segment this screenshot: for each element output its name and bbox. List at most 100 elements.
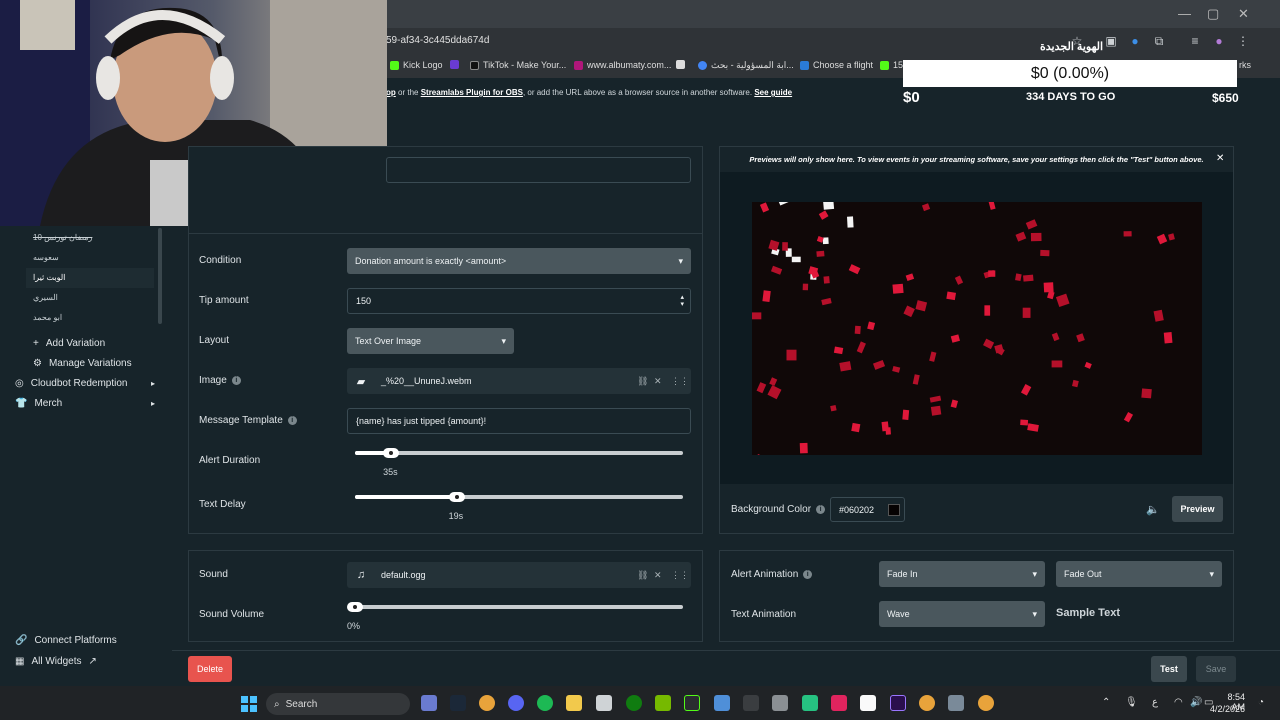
variation-item[interactable]: السيري <box>33 293 58 302</box>
wifi-icon[interactable]: ◠ <box>1174 697 1183 708</box>
test-button[interactable]: Test <box>1151 656 1187 682</box>
file-folder-icon[interactable]: ▰ <box>347 375 375 388</box>
notification-icon[interactable]: ◔ <box>1258 697 1264 708</box>
bookmarks-more[interactable]: rks <box>1239 60 1251 70</box>
connect-platforms-link[interactable]: 🔗 Connect Platforms <box>15 635 117 646</box>
minimize-icon[interactable]: — <box>1178 6 1191 21</box>
all-widgets-link[interactable]: ▦ All Widgets ↗ <box>15 656 97 667</box>
clock-date[interactable]: 4/2/2026 <box>1205 704 1245 714</box>
camera-app-icon[interactable] <box>421 695 437 711</box>
preview-button[interactable]: Preview <box>1172 496 1223 522</box>
sound-volume-slider[interactable] <box>355 605 683 609</box>
message-template-input[interactable]: {name} has just tipped {amount}! <box>347 408 691 434</box>
merch-item[interactable]: 👕 Merch ▸ <box>15 398 155 409</box>
logitech-icon[interactable] <box>743 695 759 711</box>
url-text[interactable]: 59-af34-3c445dda674d <box>386 35 489 46</box>
fade-out-select[interactable]: Fade Out ▾ <box>1056 561 1222 587</box>
link-icon[interactable]: ⛓ <box>637 376 654 387</box>
alert-duration-slider[interactable] <box>355 451 683 455</box>
recycle-bin-icon[interactable] <box>772 695 788 711</box>
capcut-editor-icon[interactable] <box>860 695 876 711</box>
bookmark-kick-logo[interactable]: Kick Logo <box>390 60 443 70</box>
variation-item[interactable]: رمضان تورنس 10 <box>33 233 92 242</box>
media-queue-icon[interactable]: ≡ <box>1188 34 1202 48</box>
variation-item-selected[interactable]: الوبت ثيرا <box>33 273 65 282</box>
fade-in-select[interactable]: Fade In ▾ <box>879 561 1045 587</box>
photos-icon[interactable] <box>714 695 730 711</box>
speaker-icon[interactable]: 🔈 <box>1146 503 1160 516</box>
chrome-icon[interactable] <box>479 695 495 711</box>
text-delay-handle[interactable] <box>448 492 465 502</box>
bookmark-star-icon[interactable]: ☆ <box>1070 34 1084 48</box>
save-button[interactable]: Save <box>1196 656 1236 682</box>
bookmark-albumaty[interactable]: www.albumaty.com... <box>574 60 671 70</box>
steam-icon[interactable] <box>450 695 466 711</box>
bookmark-c[interactable] <box>450 60 459 69</box>
manage-variations-button[interactable]: ⚙ Manage Variations <box>33 358 132 369</box>
bookmark-google-search[interactable]: ابة المسؤولية - بحث... <box>698 60 794 71</box>
puzzle-icon[interactable]: ⧉ <box>1152 34 1166 48</box>
color-swatch[interactable] <box>888 503 900 516</box>
tray-overflow-icon[interactable]: ⌃ <box>1102 697 1110 708</box>
variation-item[interactable]: سعوسه <box>33 253 59 262</box>
gallery-grid-icon[interactable]: ⋮⋮ <box>671 570 691 581</box>
capcut-icon[interactable] <box>802 695 818 711</box>
delete-button[interactable]: Delete <box>188 656 232 682</box>
bookmark-tiktok[interactable]: TikTok - Make Your... <box>470 60 566 70</box>
tip-amount-input[interactable]: 150 ▴ ▾ <box>347 288 691 314</box>
input-language[interactable]: ع <box>1152 697 1158 708</box>
chrome-profile-icon[interactable] <box>919 695 935 711</box>
add-variation-button[interactable]: + Add Variation <box>33 338 105 349</box>
music-note-icon[interactable]: ♫ <box>347 569 375 581</box>
info-icon[interactable]: i <box>803 569 813 579</box>
store-icon[interactable] <box>596 695 612 711</box>
bookmark-download[interactable] <box>676 60 685 69</box>
sound-volume-handle[interactable] <box>347 602 363 612</box>
file-explorer-icon[interactable] <box>566 695 582 711</box>
profile-avatar[interactable]: ● <box>1212 34 1226 48</box>
text-delay-slider[interactable] <box>355 495 683 499</box>
vpn-extension-icon[interactable]: ● <box>1128 34 1142 48</box>
taskbar-search[interactable]: ⌕ Search <box>266 693 410 715</box>
info-icon[interactable]: i <box>287 415 297 425</box>
gallery-grid-icon[interactable]: ⋮⋮ <box>671 376 691 387</box>
bookmark-kick-15[interactable]: 15 <box>880 60 903 70</box>
close-notice-icon[interactable]: ✕ <box>1216 153 1224 164</box>
clear-icon[interactable]: ✕ <box>654 570 671 581</box>
info-icon[interactable]: i <box>231 375 241 385</box>
maximize-icon[interactable]: ▢ <box>1207 6 1219 22</box>
background-color-input[interactable]: #060202 <box>830 497 905 522</box>
info-icon[interactable]: i <box>816 504 826 514</box>
discord-icon[interactable] <box>508 695 524 711</box>
variation-item[interactable]: ابو محمد <box>33 313 62 322</box>
start-button[interactable] <box>241 696 257 712</box>
settings-icon[interactable] <box>948 695 964 711</box>
volume-icon[interactable]: 🔊 <box>1190 697 1202 708</box>
image-file-box[interactable]: ▰ _%20__UnuneJ.webm ⛓ ✕ ⋮⋮ <box>347 368 691 394</box>
streamlabs-plugin-link[interactable]: Streamlabs Plugin for OBS <box>421 88 523 97</box>
layout-select[interactable]: Text Over Image ▾ <box>347 328 514 354</box>
cloudbot-redemption-item[interactable]: ◎ Cloudbot Redemption ▸ <box>15 378 155 389</box>
xbox-icon[interactable] <box>626 695 642 711</box>
link-icon[interactable]: ⛓ <box>637 570 654 581</box>
nvidia-icon[interactable] <box>655 695 671 711</box>
chrome-profile-2-icon[interactable] <box>978 695 994 711</box>
variation-name-input[interactable] <box>386 157 691 183</box>
number-stepper-icon[interactable]: ▴ ▾ <box>680 294 684 308</box>
see-guide-link[interactable]: See guide <box>754 88 792 97</box>
wps-icon[interactable] <box>831 695 847 711</box>
after-effects-icon[interactable] <box>890 695 906 711</box>
info-link-prefix[interactable]: op <box>386 88 396 97</box>
clear-icon[interactable]: ✕ <box>654 376 671 387</box>
media-player-icon[interactable] <box>684 695 700 711</box>
spotify-icon[interactable] <box>537 695 553 711</box>
condition-select[interactable]: Donation amount is exactly <amount> ▾ <box>347 248 691 274</box>
sound-file-box[interactable]: ♫ default.ogg ⛓ ✕ ⋮⋮ <box>347 562 691 588</box>
text-animation-select[interactable]: Wave ▾ <box>879 601 1045 627</box>
close-window-icon[interactable]: ✕ <box>1238 6 1249 22</box>
menu-kebab-icon[interactable]: ⋮ <box>1236 34 1250 48</box>
microphone-icon[interactable]: 🎙 <box>1125 697 1138 708</box>
alert-duration-handle[interactable] <box>383 448 400 458</box>
variations-scrollbar[interactable] <box>158 228 162 324</box>
bookmark-choose-flight[interactable]: Choose a flight <box>800 60 873 70</box>
